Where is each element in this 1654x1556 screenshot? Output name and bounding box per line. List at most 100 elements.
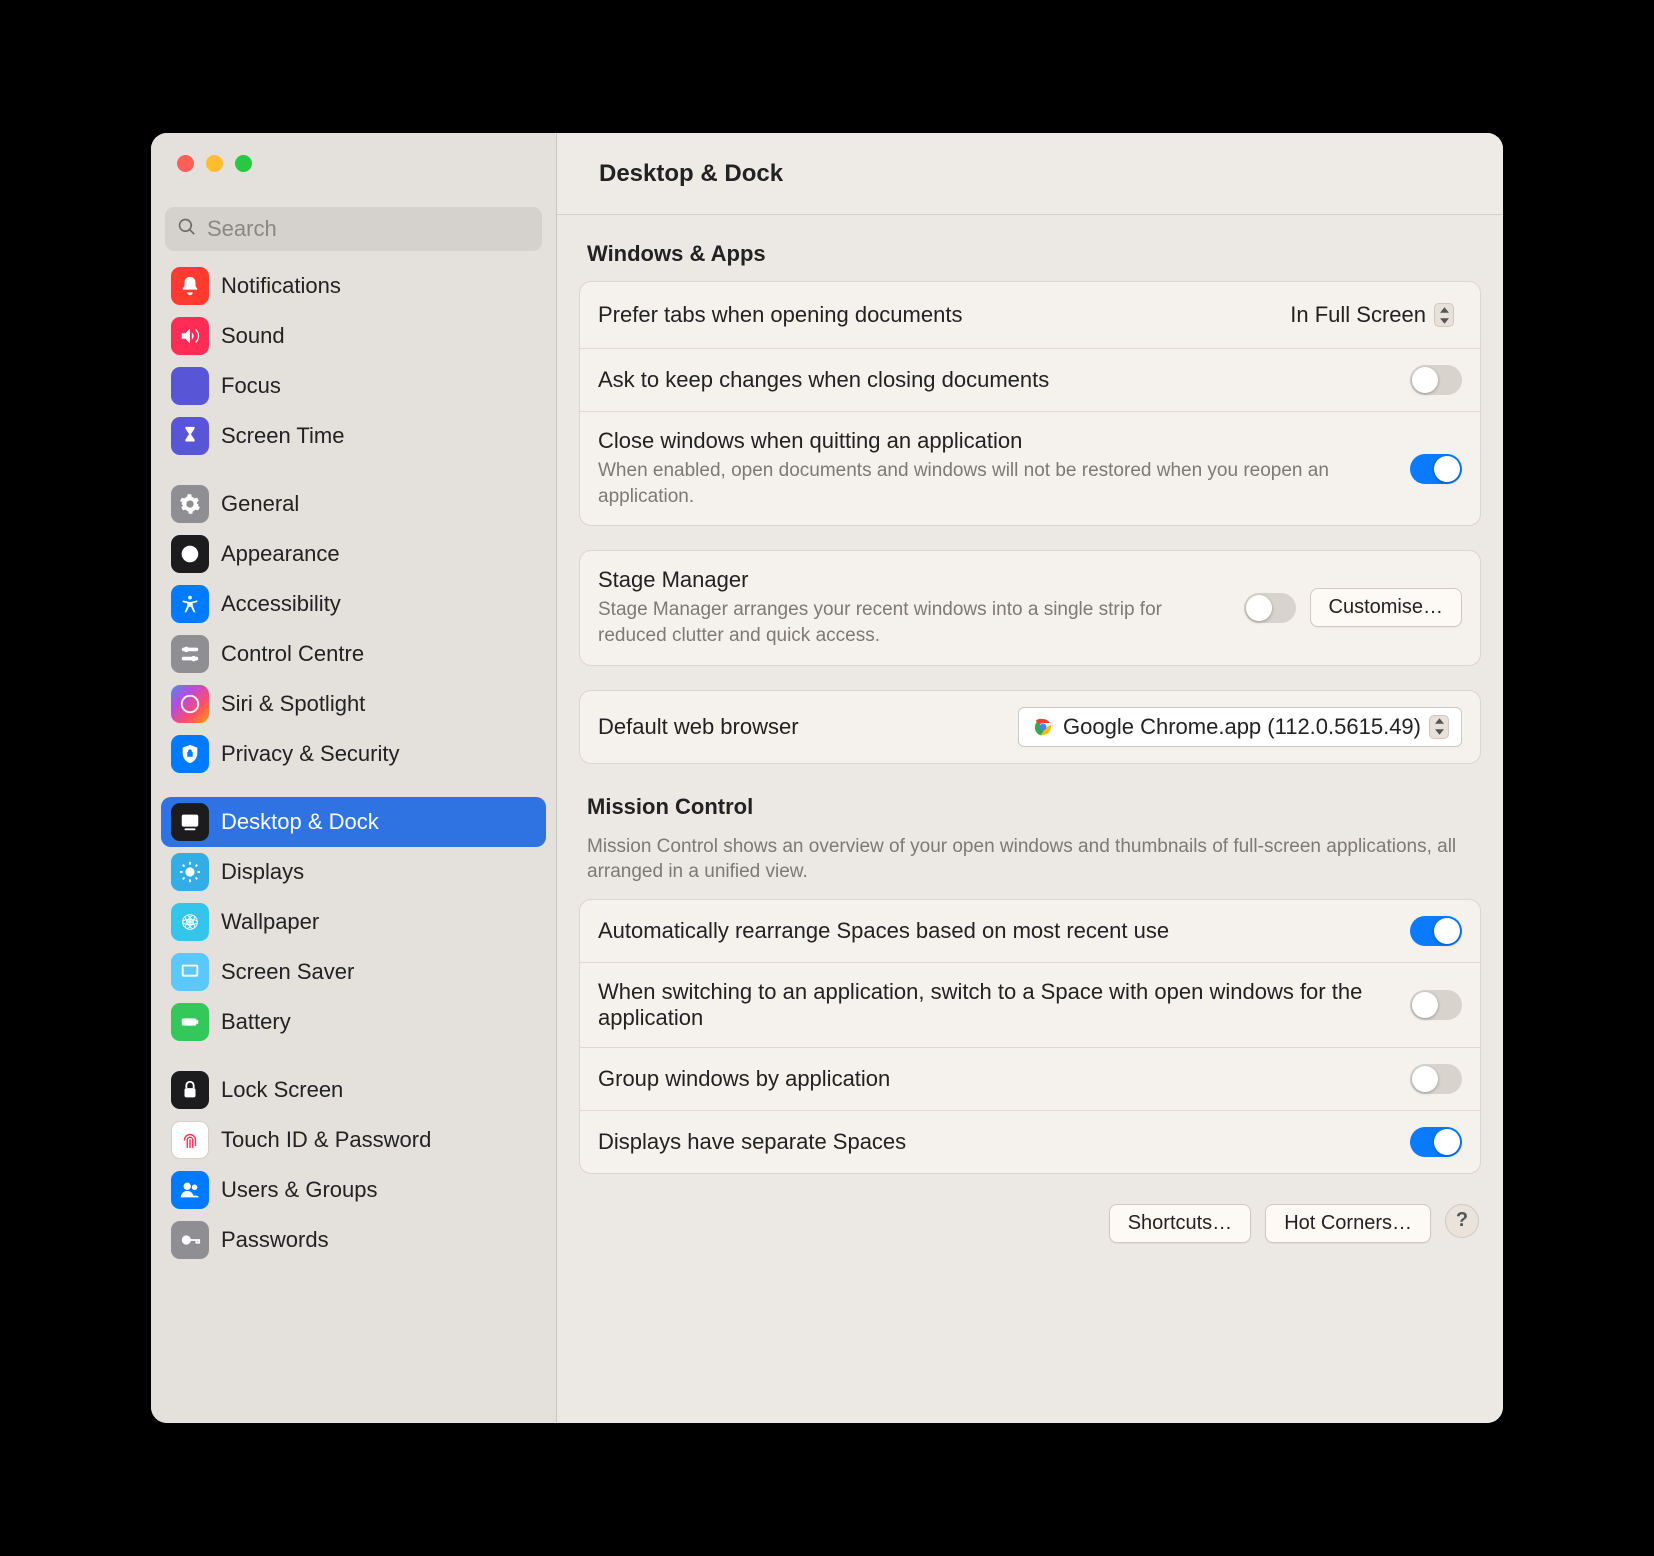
toggle-auto-rearrange[interactable] [1410, 916, 1462, 946]
sidebar-item-label: Touch ID & Password [221, 1127, 431, 1153]
sidebar-item-passwords[interactable]: Passwords [161, 1215, 546, 1265]
page-title: Desktop & Dock [599, 160, 783, 188]
section-heading-mission-control: Mission Control [587, 794, 1481, 820]
label-group-windows: Group windows by application [598, 1066, 1394, 1092]
accessibility-icon [171, 585, 209, 623]
label-auto-rearrange: Automatically rearrange Spaces based on … [598, 918, 1394, 944]
section-heading-windows-apps: Windows & Apps [587, 241, 1481, 267]
label-ask-keep-changes: Ask to keep changes when closing documen… [598, 367, 1394, 393]
system-settings-window: Notifications Sound Focus Screen Time Genera… [151, 133, 1503, 1423]
main-panel: Desktop & Dock Windows & Apps Prefer tab… [557, 133, 1503, 1423]
sidebar-item-touchid[interactable]: Touch ID & Password [161, 1115, 546, 1165]
sidebar-item-privacy[interactable]: Privacy & Security [161, 729, 546, 779]
hot-corners-button[interactable]: Hot Corners… [1265, 1204, 1431, 1243]
sidebar-item-focus[interactable]: Focus [161, 361, 546, 411]
content-area: Windows & Apps Prefer tabs when opening … [557, 215, 1503, 1423]
titlebar: Desktop & Dock [557, 133, 1503, 215]
sidebar-item-label: Siri & Spotlight [221, 691, 365, 717]
sidebar-item-notifications[interactable]: Notifications [161, 261, 546, 311]
row-switch-space: When switching to an application, switch… [580, 963, 1480, 1048]
row-close-windows: Close windows when quitting an applicati… [580, 412, 1480, 525]
sidebar-item-general[interactable]: General [161, 479, 546, 529]
general-icon [171, 485, 209, 523]
row-ask-keep-changes: Ask to keep changes when closing documen… [580, 349, 1480, 412]
sidebar-item-screentime[interactable]: Screen Time [161, 411, 546, 461]
dropdown-default-browser-value: Google Chrome.app (112.0.5615.49) [1063, 714, 1421, 740]
sidebar-item-wallpaper[interactable]: Wallpaper [161, 897, 546, 947]
label-default-browser: Default web browser [598, 714, 1002, 740]
window-controls [151, 133, 556, 193]
sidebar-item-sound[interactable]: Sound [161, 311, 546, 361]
chrome-icon [1031, 715, 1055, 739]
toggle-close-windows[interactable] [1410, 454, 1462, 484]
label-switch-space: When switching to an application, switch… [598, 979, 1394, 1031]
sidebar-item-label: Accessibility [221, 591, 341, 617]
sidebar-item-users[interactable]: Users & Groups [161, 1165, 546, 1215]
desktopdock-icon [171, 803, 209, 841]
sidebar-item-label: Focus [221, 373, 281, 399]
sidebar-item-label: General [221, 491, 299, 517]
search-input[interactable] [207, 216, 530, 242]
dropdown-prefer-tabs-value: In Full Screen [1290, 302, 1426, 328]
displays-icon [171, 853, 209, 891]
footer-buttons: Shortcuts… Hot Corners… ? [579, 1198, 1481, 1243]
fullscreen-window-button[interactable] [235, 155, 252, 172]
touchid-icon [171, 1121, 209, 1159]
toggle-group-windows[interactable] [1410, 1064, 1462, 1094]
shortcuts-button[interactable]: Shortcuts… [1109, 1204, 1251, 1243]
dropdown-default-browser[interactable]: Google Chrome.app (112.0.5615.49) [1018, 707, 1462, 747]
sidebar-item-label: Displays [221, 859, 304, 885]
updown-icon [1429, 715, 1449, 739]
minimize-window-button[interactable] [206, 155, 223, 172]
help-button[interactable]: ? [1445, 1204, 1479, 1238]
row-group-windows: Group windows by application [580, 1048, 1480, 1111]
close-window-button[interactable] [177, 155, 194, 172]
screensaver-icon [171, 953, 209, 991]
card-mission-control: Automatically rearrange Spaces based on … [579, 899, 1481, 1174]
sidebar-item-appearance[interactable]: Appearance [161, 529, 546, 579]
controlcentre-icon [171, 635, 209, 673]
sidebar-item-controlcentre[interactable]: Control Centre [161, 629, 546, 679]
sidebar-item-label: Lock Screen [221, 1077, 343, 1103]
toggle-separate-spaces[interactable] [1410, 1127, 1462, 1157]
sidebar-item-label: Sound [221, 323, 285, 349]
search-field[interactable] [165, 207, 542, 251]
sidebar-item-label: Battery [221, 1009, 291, 1035]
sidebar-item-label: Users & Groups [221, 1177, 378, 1203]
label-prefer-tabs: Prefer tabs when opening documents [598, 302, 1266, 328]
dropdown-prefer-tabs[interactable]: In Full Screen [1282, 298, 1462, 332]
search-icon [177, 217, 197, 242]
row-separate-spaces: Displays have separate Spaces [580, 1111, 1480, 1173]
sidebar-item-displays[interactable]: Displays [161, 847, 546, 897]
sidebar-item-label: Control Centre [221, 641, 364, 667]
section-desc-mission-control: Mission Control shows an overview of you… [587, 834, 1473, 885]
sidebar-item-label: Desktop & Dock [221, 809, 379, 835]
sidebar: Notifications Sound Focus Screen Time Genera… [151, 133, 557, 1423]
sidebar-item-label: Screen Saver [221, 959, 354, 985]
row-stage-manager: Stage Manager Stage Manager arranges you… [580, 551, 1480, 664]
sidebar-item-accessibility[interactable]: Accessibility [161, 579, 546, 629]
sidebar-item-battery[interactable]: Battery [161, 997, 546, 1047]
users-icon [171, 1171, 209, 1209]
sidebar-item-label: Screen Time [221, 423, 345, 449]
sidebar-item-label: Notifications [221, 273, 341, 299]
sidebar-item-label: Passwords [221, 1227, 329, 1253]
sidebar-item-siri[interactable]: Siri & Spotlight [161, 679, 546, 729]
toggle-ask-keep-changes[interactable] [1410, 365, 1462, 395]
sidebar-item-lockscreen[interactable]: Lock Screen [161, 1065, 546, 1115]
toggle-switch-space[interactable] [1410, 990, 1462, 1020]
desc-stage-manager: Stage Manager arranges your recent windo… [598, 597, 1228, 648]
sidebar-item-desktopdock[interactable]: Desktop & Dock [161, 797, 546, 847]
appearance-icon [171, 535, 209, 573]
lockscreen-icon [171, 1071, 209, 1109]
row-default-browser: Default web browser Google Chrome.app (1… [580, 691, 1480, 763]
card-windows-apps: Prefer tabs when opening documents In Fu… [579, 281, 1481, 526]
notifications-icon [171, 267, 209, 305]
sidebar-item-screensaver[interactable]: Screen Saver [161, 947, 546, 997]
customise-stage-manager-button[interactable]: Customise… [1310, 588, 1462, 627]
siri-icon [171, 685, 209, 723]
sound-icon [171, 317, 209, 355]
updown-icon [1434, 303, 1454, 327]
toggle-stage-manager[interactable] [1244, 593, 1296, 623]
screentime-icon [171, 417, 209, 455]
